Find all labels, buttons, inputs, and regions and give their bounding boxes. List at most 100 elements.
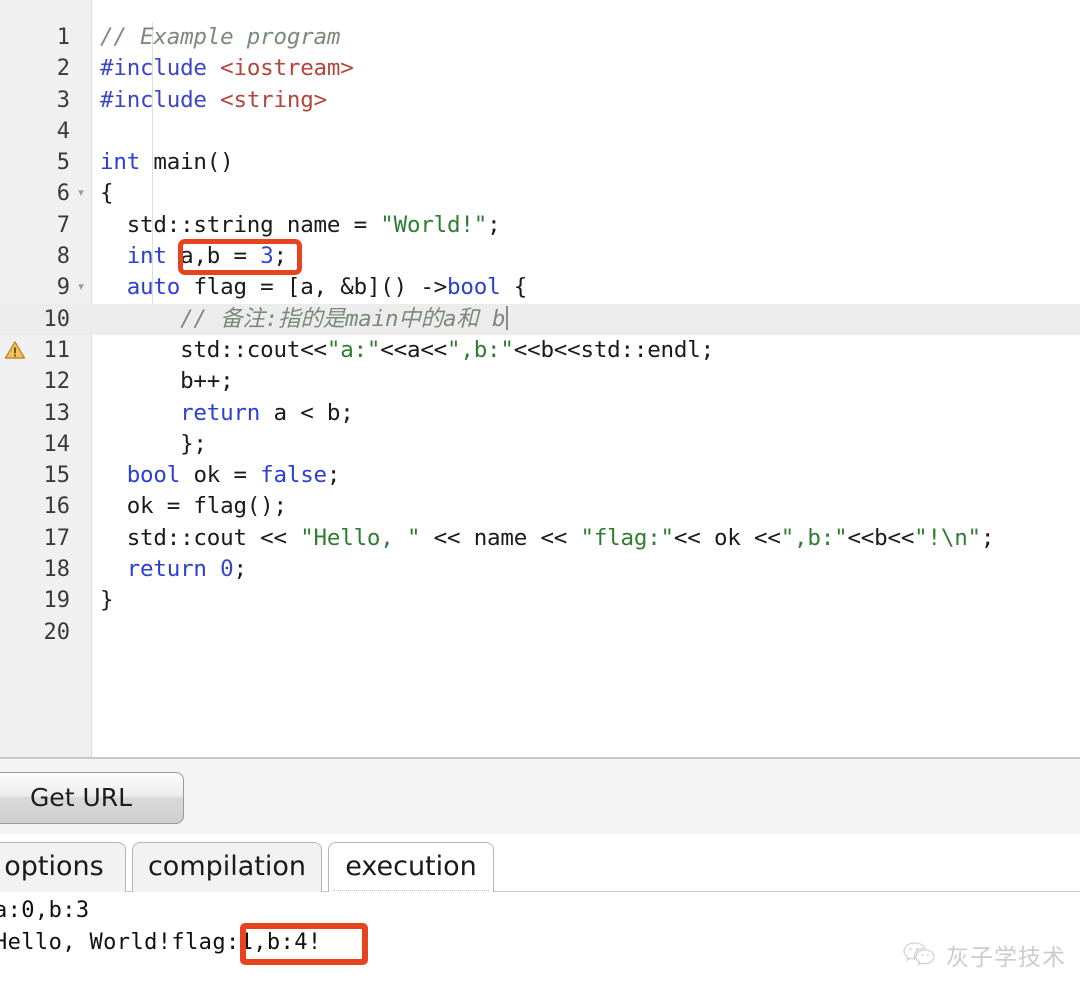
- code-line[interactable]: 7 std::string name = "World!";: [0, 210, 1080, 241]
- code-line[interactable]: 20: [0, 617, 1080, 648]
- token-cmt: // Example program: [100, 24, 341, 50]
- token-pln: <<a<<: [380, 336, 448, 363]
- code-line[interactable]: 16 ok = flag();: [0, 491, 1080, 522]
- line-number: 6: [56, 181, 70, 207]
- line-number: 18: [43, 557, 71, 583]
- token-pln: {: [100, 180, 114, 207]
- code-text: // Example program: [100, 22, 340, 53]
- token-pln: ;: [487, 211, 501, 238]
- line-number: 9: [56, 275, 70, 301]
- code-lines-container[interactable]: 1 // Example program 2 #include <iostream> 3…: [0, 22, 1080, 648]
- code-text: b++;: [100, 366, 234, 397]
- token-pln: {: [500, 274, 528, 301]
- token-pln: b++;: [100, 368, 234, 395]
- token-kw: false: [260, 462, 327, 489]
- code-line[interactable]: 15 bool ok = false;: [0, 460, 1080, 491]
- code-line[interactable]: 4: [0, 116, 1080, 147]
- code-line[interactable]: 13 return a < b;: [0, 398, 1080, 429]
- token-num: 0: [220, 556, 234, 583]
- line-number: 13: [43, 400, 71, 426]
- tab-compilation[interactable]: compilation: [132, 842, 322, 892]
- code-text: auto flag = [a, &b]() ->bool {: [100, 272, 528, 303]
- token-pln: a < b;: [260, 399, 354, 426]
- code-line[interactable]: 14 };: [0, 429, 1080, 460]
- token-pln: <<b<<: [847, 524, 915, 551]
- get-url-button[interactable]: Get URL: [0, 772, 184, 824]
- code-text: int a,b = 3;: [100, 241, 287, 272]
- line-number: 14: [43, 431, 71, 457]
- token-pln: ok = flag();: [100, 493, 287, 520]
- token-pln: std::string name =: [100, 211, 381, 238]
- watermark: 灰子学技术: [903, 938, 1066, 972]
- token-pln: [100, 462, 127, 488]
- code-text: std::cout<<"a:"<<a<<",b:"<<b<<std::endl;: [100, 335, 714, 366]
- code-text: return 0;: [100, 554, 247, 585]
- token-str: "flag:": [580, 524, 674, 551]
- line-number: 1: [56, 25, 70, 50]
- token-pln: ;: [326, 462, 341, 489]
- token-pln: std::cout <<: [100, 524, 301, 551]
- code-line[interactable]: 19}: [0, 585, 1080, 616]
- line-number: 20: [43, 619, 71, 645]
- code-line[interactable]: 18 return 0;: [0, 554, 1080, 585]
- token-inc: <string>: [220, 86, 327, 113]
- token-str: "!\n": [914, 524, 981, 551]
- token-str: "World!": [380, 211, 488, 238]
- line-number: 15: [43, 463, 71, 489]
- token-pln: [100, 556, 127, 582]
- code-line[interactable]: 6 ▾ {: [0, 178, 1080, 209]
- token-pln: flag = [a, &b]() ->: [180, 274, 448, 301]
- code-line[interactable]: 10 // 备注:指的是main中的a和 b: [0, 303, 1080, 335]
- code-line[interactable]: 5 int main(): [0, 147, 1080, 178]
- code-line[interactable]: 9 ▾ auto flag = [a, &b]() ->bool {: [0, 272, 1080, 303]
- line-number: 12: [43, 369, 71, 395]
- code-line[interactable]: 2 #include <iostream>: [0, 53, 1080, 84]
- token-pln: main(): [140, 149, 234, 176]
- token-pre: #include: [100, 86, 221, 113]
- line-number: 2: [56, 56, 70, 82]
- token-kw: bool: [126, 462, 181, 489]
- token-kw: return: [180, 399, 261, 426]
- code-line[interactable]: 12 b++;: [0, 366, 1080, 397]
- line-number: 7: [56, 212, 70, 238]
- token-kw: int: [100, 149, 141, 176]
- line-number: 5: [56, 150, 70, 176]
- fold-toggle-icon[interactable]: ▾: [74, 272, 88, 303]
- token-pln: ;: [273, 243, 288, 270]
- wechat-icon: [903, 942, 935, 966]
- line-number: 17: [43, 525, 71, 551]
- token-str: "Hello, ": [300, 524, 421, 551]
- code-text: {: [100, 178, 114, 209]
- token-inc: <iostream>: [220, 55, 354, 82]
- token-pln: [100, 274, 127, 300]
- output-line: a:0,b:3: [0, 898, 90, 923]
- code-line[interactable]: 17 std::cout << "Hello, " << name << "fl…: [0, 523, 1080, 554]
- line-number: 4: [56, 118, 70, 144]
- token-pln: ok =: [180, 462, 261, 489]
- token-pln: << name <<: [420, 524, 581, 551]
- tab-options[interactable]: options: [0, 842, 126, 892]
- token-str: ",b:": [780, 524, 848, 551]
- code-line[interactable]: 1 // Example program: [0, 22, 1080, 53]
- fold-toggle-icon[interactable]: ▾: [74, 178, 88, 209]
- code-line[interactable]: 11 std::cout<<"a:"<<a<<",b:"<<b<<std::en…: [0, 335, 1080, 366]
- code-line[interactable]: 3 #include <string>: [0, 85, 1080, 116]
- line-number: 10: [43, 306, 71, 332]
- code-editor[interactable]: 1 // Example program 2 #include <iostream> 3…: [0, 0, 1080, 757]
- token-pln: std::cout<<: [100, 336, 327, 363]
- tab-execution[interactable]: execution: [328, 842, 494, 894]
- token-pln: };: [100, 430, 207, 457]
- line-number: 8: [56, 244, 70, 270]
- code-line[interactable]: 8 int a,b = 3;: [0, 241, 1080, 272]
- token-cmt: // 备注:指的是main中的a和 b: [100, 305, 506, 332]
- result-tabstrip: options compilation execution: [0, 834, 1080, 894]
- token-kw: auto: [126, 274, 181, 301]
- token-pre: #include: [100, 55, 221, 82]
- token-pln: [100, 243, 127, 269]
- token-pln: ;: [233, 556, 248, 583]
- line-number: 3: [56, 87, 70, 113]
- watermark-text: 灰子学技术: [946, 945, 1066, 971]
- code-text: bool ok = false;: [100, 460, 341, 491]
- output-line: Hello, World!flag:1,b:4!: [0, 930, 322, 955]
- code-text: ok = flag();: [100, 491, 287, 522]
